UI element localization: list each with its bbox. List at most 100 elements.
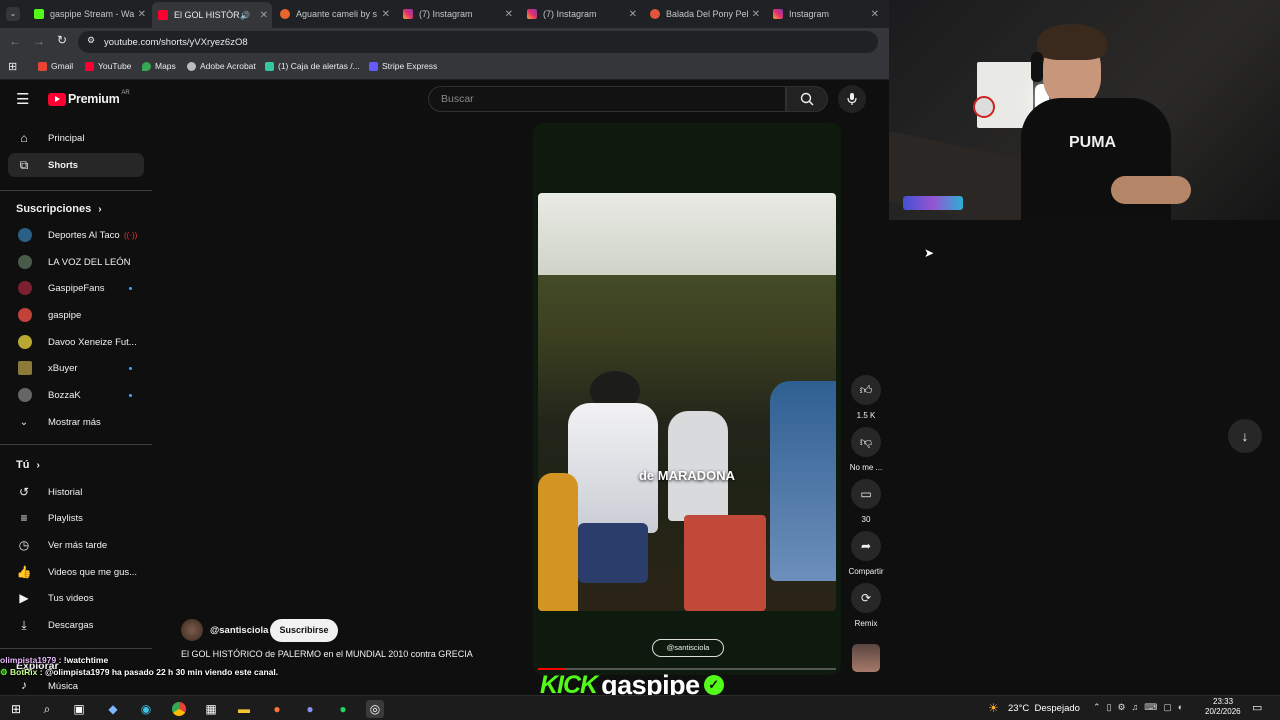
you-header[interactable]: Tú › (16, 459, 40, 471)
discord-icon[interactable]: ● (301, 700, 319, 718)
bookmark-item[interactable]: (1) Caja de alertas /... (265, 61, 360, 71)
close-icon[interactable]: ✕ (138, 9, 146, 20)
arrow-down-icon: ↓ (1241, 428, 1249, 444)
subscriptions-header[interactable]: Suscripciones › (16, 203, 102, 215)
voice-search-button[interactable] (838, 85, 866, 113)
comments-button[interactable]: ▭ 30 (850, 479, 882, 524)
browser-tab[interactable]: (7) Instagram ✕ (521, 4, 641, 24)
speaker-icon[interactable]: 🔊 (240, 11, 250, 20)
clock-date[interactable]: 20/2/2026 (1205, 707, 1241, 716)
close-icon[interactable]: ✕ (260, 10, 268, 21)
scroll-down-button[interactable]: ↓ (1228, 419, 1262, 453)
browser-tab[interactable]: Instagram ✕ (767, 4, 883, 24)
browser-tab[interactable]: gaspipe Stream - Wa ✕ (28, 4, 150, 24)
kick-off-ball-stand (684, 515, 766, 611)
tab-title: (7) Instagram (419, 9, 473, 19)
store-icon[interactable]: ▦ (202, 700, 220, 718)
copilot-icon[interactable]: ◆ (104, 700, 122, 718)
back-icon[interactable]: ← (9, 34, 21, 48)
close-icon[interactable]: ✕ (505, 9, 513, 20)
search-icon[interactable]: ⌕ (38, 700, 56, 718)
system-tray-icons[interactable]: ⌃▯⚙♫⌨▢◐ (1093, 702, 1189, 713)
obs-icon[interactable]: ◎ (366, 700, 384, 718)
bookmark-item[interactable]: YouTube (85, 61, 131, 71)
subscription-deportes-al-taco[interactable]: Deportes Al Taco ((·)) (8, 223, 144, 247)
sidebar-item-music[interactable]: ♪ Música (8, 678, 144, 694)
channel-name[interactable]: @santisciola (210, 625, 268, 636)
browser-tab[interactable]: Balada Del Pony Pel ✕ (644, 4, 764, 24)
sidebar-item-home[interactable]: ⌂ Principal (8, 126, 144, 150)
sidebar-item-liked-videos[interactable]: 👍 Videos que me gus... (8, 560, 144, 584)
windows-start-icon[interactable]: ⊞ (7, 700, 25, 718)
menu-icon[interactable]: ☰ (16, 90, 29, 108)
stream-chat: olimpista1979 : !watchtime ⚙ BotRix : @o… (0, 652, 480, 680)
like-button[interactable]: 👍︎ 1.5 K (850, 375, 882, 420)
file-explorer-icon[interactable]: ▬ (235, 700, 253, 718)
subscribe-button[interactable]: Suscribirse (270, 619, 338, 642)
reload-icon[interactable]: ↻ (57, 33, 67, 47)
clock-icon: ◷ (18, 538, 30, 552)
youtube-page: ☰ Premium AR Buscar ⌂ Principal ⧉ Shorts… (0, 80, 889, 695)
sidebar-item-downloads[interactable]: ⤓ Descargas (8, 613, 144, 637)
clock-time[interactable]: 23:33 (1213, 697, 1233, 706)
tab-title: (7) Instagram (543, 9, 597, 19)
sidebar-item-your-videos[interactable]: ▶ Tus videos (8, 586, 144, 610)
maps-icon (142, 61, 151, 71)
address-bar[interactable]: ⚙ youtube.com/shorts/yVXryez6zO8 (78, 31, 878, 53)
browser-tab[interactable]: (7) Instagram ✕ (397, 4, 517, 24)
close-icon[interactable]: ✕ (752, 9, 760, 20)
dislike-button[interactable]: 👎︎ No me ... (850, 427, 882, 472)
browser-tab-active[interactable]: El GOL HISTÓRICO 🔊 ✕ (152, 2, 272, 28)
channel-avatar[interactable] (181, 619, 203, 641)
close-icon[interactable]: ✕ (382, 9, 390, 20)
search-input[interactable]: Buscar (428, 86, 786, 112)
sidebar-item-playlists[interactable]: ≡ Playlists (8, 506, 144, 530)
browser-toolbar: ← → ↻ ⚙ youtube.com/shorts/yVXryez6zO8 (0, 28, 889, 56)
close-icon[interactable]: ✕ (629, 9, 637, 20)
home-icon: ⌂ (20, 131, 28, 145)
subscription-xbuyer[interactable]: xBuyer (8, 356, 144, 380)
instagram-icon (527, 9, 537, 19)
sidebar-item-shorts[interactable]: ⧉ Shorts (8, 153, 144, 177)
keyboard (903, 196, 963, 210)
short-video-player[interactable]: de MARADONA @santisciola (533, 123, 841, 675)
logo-text: Premium (68, 92, 120, 106)
browser-tab[interactable]: Aguante cameli by s ✕ (274, 4, 394, 24)
avatar (18, 228, 32, 242)
bookmark-item[interactable]: Gmail (38, 61, 73, 71)
subscription-davoo-xeneize[interactable]: Davoo Xeneize Fut... (8, 330, 144, 354)
show-more-button[interactable]: ⌄ Mostrar más (8, 410, 144, 434)
subscription-gaspipefans[interactable]: GaspipeFans (8, 276, 144, 300)
chrome-icon[interactable] (170, 700, 188, 718)
sound-thumbnail[interactable] (852, 644, 880, 672)
site-info-icon[interactable]: ⚙ (87, 35, 95, 46)
remix-button[interactable]: ⟳ Remix (850, 583, 882, 628)
firefox-icon[interactable]: ● (268, 700, 286, 718)
edge-icon[interactable]: ◉ (137, 700, 155, 718)
weather-text[interactable]: 23°C Despejado (1008, 703, 1080, 714)
spotify-icon[interactable]: ● (334, 700, 352, 718)
tab-search-button[interactable]: ⌄ (6, 7, 20, 21)
subscription-la-voz-del-leon[interactable]: LA VOZ DEL LEÓN (8, 250, 144, 274)
close-icon[interactable]: ✕ (871, 9, 879, 20)
search-button[interactable] (786, 86, 828, 112)
bookmark-item[interactable]: Adobe Acrobat (187, 61, 256, 71)
bookmark-item[interactable]: Maps (142, 61, 176, 71)
sidebar-item-history[interactable]: ↺ Historial (8, 480, 144, 504)
verified-icon: ✓ (703, 675, 724, 695)
weather-icon: ☀ (988, 701, 999, 715)
apps-grid-icon[interactable]: ⊞ (8, 60, 17, 73)
subscription-bozzak[interactable]: BozzaK (8, 383, 144, 407)
tab-title: Aguante cameli by s (296, 9, 378, 19)
thumbs-down-icon: 👎︎ (859, 434, 873, 449)
share-button[interactable]: ➦ Compartir (848, 531, 884, 576)
task-view-icon[interactable]: ▣ (70, 700, 88, 718)
subscription-gaspipe[interactable]: gaspipe (8, 303, 144, 327)
streamer-hair (1037, 24, 1107, 60)
forward-icon[interactable]: → (33, 34, 45, 48)
sidebar-item-watch-later[interactable]: ◷ Ver más tarde (8, 533, 144, 557)
bookmark-item[interactable]: Stripe Express (369, 61, 437, 71)
youtube-premium-logo[interactable]: Premium AR (48, 90, 130, 106)
notification-icon[interactable]: ▭ (1252, 701, 1262, 714)
chat-message: ⚙ BotRix : @olimpista1979 ha pasado 22 h… (0, 667, 279, 677)
